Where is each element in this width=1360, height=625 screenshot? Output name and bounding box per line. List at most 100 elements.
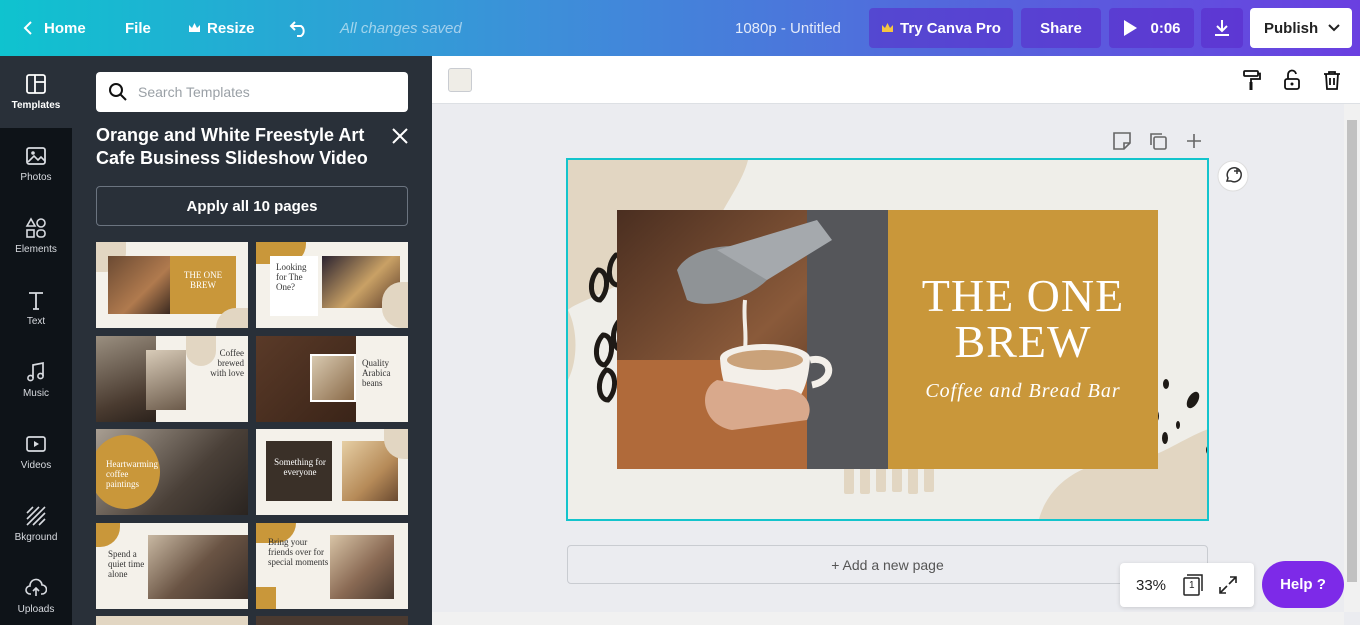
- fullscreen-icon[interactable]: [1218, 575, 1238, 595]
- rail-item-uploads[interactable]: Uploads: [0, 560, 72, 625]
- photos-icon: [26, 147, 46, 165]
- rail-item-templates[interactable]: Templates: [0, 56, 72, 128]
- template-thumb-5[interactable]: Heartwarming coffee paintings: [96, 429, 248, 515]
- apply-label: Apply all 10 pages: [186, 197, 318, 215]
- rail-label: Elements: [15, 244, 57, 255]
- paint-roller-icon[interactable]: [1240, 68, 1264, 92]
- rail-item-photos[interactable]: Photos: [0, 128, 72, 200]
- thumb-text: Bring your friends over for special mome…: [268, 537, 329, 567]
- thumb-text: Coffee brewed with love: [210, 348, 244, 378]
- thumb-text: Looking for The One?: [276, 262, 307, 292]
- home-button[interactable]: Home: [22, 0, 86, 56]
- thumb-text: Heartwarming coffee paintings: [106, 459, 158, 489]
- close-icon[interactable]: [390, 126, 410, 146]
- rail-label: Music: [22, 388, 50, 399]
- vertical-scroll-thumb[interactable]: [1347, 120, 1357, 582]
- try-pro-label: Try Canva Pro: [900, 19, 1001, 37]
- left-rail: Templates Photos Elements Text Music Vid…: [0, 56, 72, 625]
- elements-icon: [25, 217, 46, 238]
- template-thumb-6[interactable]: Something for everyone: [256, 429, 408, 515]
- template-thumb-10[interactable]: [256, 616, 408, 625]
- save-status: All changes saved: [340, 19, 462, 37]
- rail-label: Bkground: [14, 532, 58, 543]
- rail-label: Templates: [11, 100, 61, 111]
- rail-label: Photos: [20, 172, 52, 183]
- play-time: 0:06: [1150, 19, 1181, 37]
- thumb-text: Quality Arabica beans: [362, 358, 391, 388]
- top-bar: Home File Resize All changes saved 1080p…: [0, 0, 1360, 56]
- publish-label: Publish: [1264, 19, 1319, 37]
- lock-icon[interactable]: [1280, 68, 1304, 92]
- slide-subtitle[interactable]: Coffee and Bread Bar: [888, 380, 1158, 403]
- add-page-label: + Add a new page: [831, 556, 944, 573]
- undo-button[interactable]: [288, 0, 310, 56]
- download-icon: [1215, 20, 1229, 36]
- add-page-icon[interactable]: [1183, 130, 1205, 152]
- undo-icon: [289, 21, 305, 37]
- search-box[interactable]: [96, 72, 408, 112]
- play-icon: [1124, 20, 1138, 36]
- background-icon: [26, 506, 46, 526]
- share-label: Share: [1040, 19, 1082, 37]
- page-count-button[interactable]: 1: [1182, 574, 1204, 596]
- template-title: Orange and White Freestyle Art Cafe Busi…: [96, 125, 368, 168]
- slide-photo[interactable]: [617, 210, 889, 469]
- download-button[interactable]: [1201, 8, 1243, 48]
- home-label: Home: [44, 19, 86, 37]
- background-color-swatch[interactable]: [448, 68, 472, 92]
- publish-button[interactable]: Publish: [1250, 8, 1352, 48]
- note-icon[interactable]: [1111, 130, 1133, 152]
- slide-title[interactable]: THE ONE BREW: [888, 273, 1158, 365]
- template-thumb-1[interactable]: THE ONE BREW: [96, 242, 248, 328]
- editor-toolbar: [432, 56, 1360, 104]
- template-thumb-3[interactable]: Coffee brewed with love: [96, 336, 248, 422]
- crown-icon: [189, 23, 200, 32]
- chevron-down-icon: [1328, 24, 1340, 32]
- document-title[interactable]: 1080p - Untitled: [735, 0, 841, 56]
- try-canva-pro-button[interactable]: Try Canva Pro: [869, 8, 1013, 48]
- rail-item-background[interactable]: Bkground: [0, 488, 72, 560]
- chevron-left-icon: [23, 21, 32, 35]
- play-button[interactable]: 0:06: [1109, 8, 1194, 48]
- page-count: 1: [1189, 580, 1195, 591]
- horizontal-scrollbar[interactable]: [432, 612, 1344, 625]
- trash-icon[interactable]: [1320, 68, 1344, 92]
- template-thumb-7[interactable]: Spend a quiet time alone: [96, 523, 248, 609]
- slide-canvas[interactable]: THE ONE BREW Coffee and Bread Bar: [566, 158, 1209, 521]
- file-menu-button[interactable]: File: [125, 0, 151, 56]
- resize-label: Resize: [207, 19, 255, 37]
- rail-label: Videos: [20, 460, 52, 471]
- duplicate-page-icon[interactable]: [1147, 130, 1169, 152]
- rail-label: Uploads: [17, 604, 55, 615]
- add-new-page-button[interactable]: + Add a new page: [567, 545, 1208, 584]
- templates-panel: Orange and White Freestyle Art Cafe Busi…: [72, 56, 432, 625]
- thumb-text: Something for everyone: [274, 457, 326, 477]
- videos-icon: [26, 436, 46, 452]
- rail-item-music[interactable]: Music: [0, 344, 72, 416]
- search-icon: [109, 83, 127, 101]
- search-input[interactable]: [138, 84, 398, 100]
- rail-label: Text: [26, 316, 46, 327]
- zoom-controls: 33% 1: [1120, 563, 1254, 607]
- template-thumb-9[interactable]: [96, 616, 248, 625]
- help-button[interactable]: Help ?: [1262, 561, 1344, 608]
- template-thumb-2[interactable]: Looking for The One?: [256, 242, 408, 328]
- rail-item-videos[interactable]: Videos: [0, 416, 72, 488]
- text-icon: [29, 292, 43, 310]
- share-button[interactable]: Share: [1021, 8, 1101, 48]
- zoom-level[interactable]: 33%: [1136, 577, 1166, 594]
- resize-button[interactable]: Resize: [188, 0, 255, 56]
- add-comment-icon[interactable]: [1217, 160, 1249, 192]
- uploads-icon: [25, 578, 47, 596]
- crown-icon: [882, 23, 894, 32]
- music-icon: [27, 361, 44, 382]
- thumb-text: Spend a quiet time alone: [108, 549, 145, 579]
- templates-icon: [26, 74, 46, 94]
- template-thumb-4[interactable]: Quality Arabica beans: [256, 336, 408, 422]
- rail-item-elements[interactable]: Elements: [0, 200, 72, 272]
- file-label: File: [125, 19, 151, 37]
- apply-all-pages-button[interactable]: Apply all 10 pages: [96, 186, 408, 226]
- template-thumb-8[interactable]: Bring your friends over for special mome…: [256, 523, 408, 609]
- rail-item-text[interactable]: Text: [0, 272, 72, 344]
- help-label: Help ?: [1280, 576, 1326, 593]
